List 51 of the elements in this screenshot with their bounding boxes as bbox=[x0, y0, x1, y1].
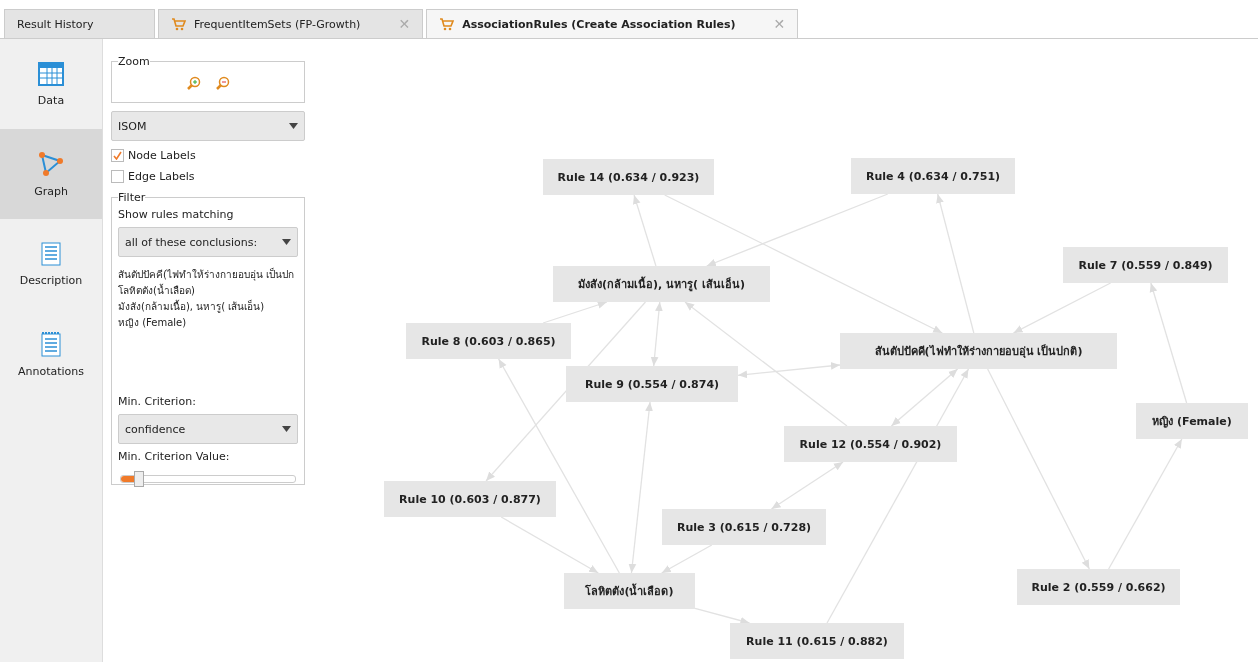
panel-title: Filter bbox=[118, 191, 146, 204]
layout-dropdown[interactable]: ISOM bbox=[111, 111, 305, 141]
graph-node[interactable]: Rule 10 (0.603 / 0.877) bbox=[384, 481, 556, 517]
caret-icon bbox=[282, 239, 291, 245]
graph-node[interactable]: Rule 8 (0.603 / 0.865) bbox=[406, 323, 571, 359]
caret-icon bbox=[282, 426, 291, 432]
conclusion-item[interactable]: สันตัปปัคคี(ไฟทำให้ร่างกายอบอุ่น เป็นปก bbox=[118, 267, 298, 282]
sidebar-item[interactable]: Data bbox=[0, 39, 102, 129]
conclusion-item[interactable]: หญิง (Female) bbox=[118, 315, 298, 330]
graph-node[interactable]: มังสัง(กล้ามเนื้อ), นหารู( เส้นเอ็น) bbox=[553, 266, 770, 302]
sidebar-item[interactable]: Graph bbox=[0, 129, 102, 219]
graph-node[interactable]: Rule 12 (0.554 / 0.902) bbox=[784, 426, 957, 462]
conclusion-item[interactable]: มังสัง(กล้ามเนื้อ), นหารู( เส้นเอ็น) bbox=[118, 299, 298, 314]
document-icon bbox=[41, 241, 61, 266]
tab[interactable]: Result History bbox=[4, 9, 155, 38]
graph-node[interactable]: Rule 9 (0.554 / 0.874) bbox=[566, 366, 738, 402]
zoom-out-icon[interactable] bbox=[215, 76, 230, 91]
filter-label: Show rules matching bbox=[118, 208, 235, 221]
graph-node[interactable]: Rule 7 (0.559 / 0.849) bbox=[1063, 247, 1228, 283]
graph-node[interactable]: Rule 2 (0.559 / 0.662) bbox=[1017, 569, 1180, 605]
filter-dropdown[interactable]: all of these conclusions: bbox=[118, 227, 298, 257]
graph-node[interactable]: Rule 14 (0.634 / 0.923) bbox=[543, 159, 714, 195]
graph-node[interactable]: สันตัปปัคคี(ไฟทำให้ร่างกายอบอุ่น เป็นปกติ) bbox=[840, 333, 1117, 369]
graph-node[interactable]: Rule 3 (0.615 / 0.728) bbox=[662, 509, 826, 545]
caret-icon bbox=[289, 123, 298, 129]
checkbox-label: Edge Labels bbox=[128, 170, 195, 183]
cart-icon bbox=[171, 17, 186, 31]
panel-title: Zoom bbox=[118, 55, 150, 68]
sidebar-item[interactable]: Annotations bbox=[0, 309, 102, 399]
tab[interactable]: FrequentItemSets (FP-Growth) ✕ bbox=[158, 9, 424, 38]
graph-node[interactable]: Rule 4 (0.634 / 0.751) bbox=[851, 158, 1015, 194]
criterion-dropdown[interactable]: confidence bbox=[118, 414, 298, 444]
checkbox[interactable] bbox=[111, 149, 124, 162]
conclusion-item[interactable]: โลหิตตัง(น้ำเลือด) bbox=[118, 283, 298, 298]
tab[interactable]: AssociationRules (Create Association Rules) ✕ bbox=[426, 9, 799, 38]
graph-icon bbox=[38, 150, 64, 177]
zoom-in-icon[interactable] bbox=[186, 76, 201, 91]
graph-node[interactable]: หญิง (Female) bbox=[1136, 403, 1248, 439]
checkbox[interactable] bbox=[111, 170, 124, 183]
notepad-icon bbox=[41, 330, 61, 357]
slider-thumb[interactable] bbox=[134, 471, 145, 487]
criterion-label: Min. Criterion: bbox=[118, 395, 197, 408]
sidebar-item[interactable]: Description bbox=[0, 219, 102, 309]
graph-node[interactable]: Rule 11 (0.615 / 0.882) bbox=[730, 623, 904, 659]
checkbox-label: Node Labels bbox=[128, 149, 196, 162]
criterion-value-label: Min. Criterion Value: bbox=[118, 450, 231, 463]
cart-icon bbox=[439, 17, 455, 31]
table-icon bbox=[38, 61, 64, 86]
edge-arrow bbox=[661, 544, 713, 574]
edge-arrow bbox=[694, 607, 751, 625]
graph-node[interactable]: โลหิตตัง(น้ำเลือด) bbox=[564, 573, 695, 609]
